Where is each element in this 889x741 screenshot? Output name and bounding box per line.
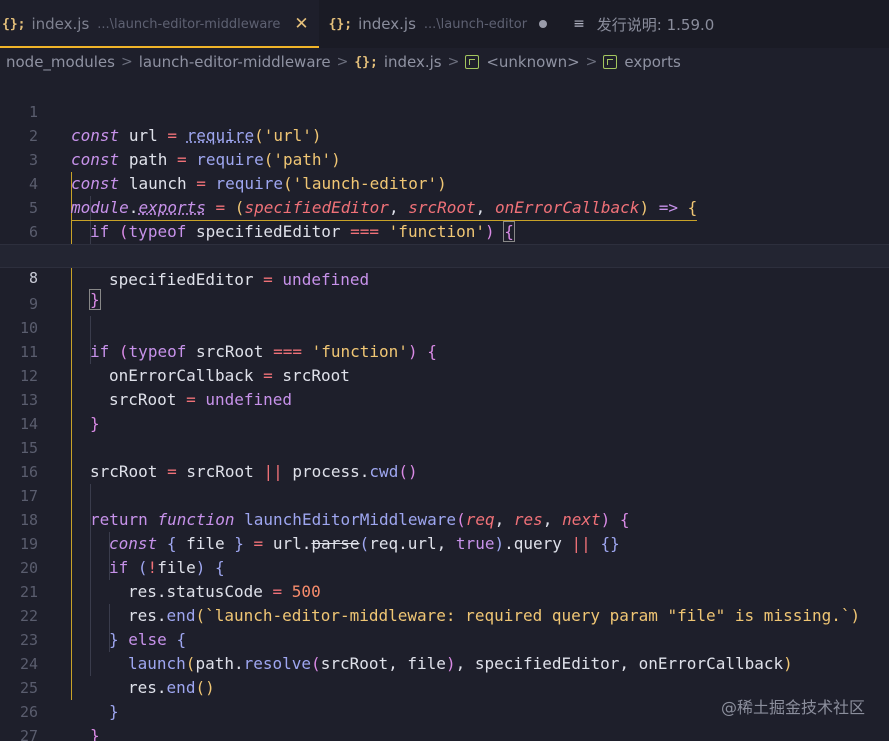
js-file-icon: {}; <box>2 16 26 32</box>
breadcrumb-index-js[interactable]: {}; index.js <box>354 53 441 71</box>
code-line[interactable]: 11 onErrorCallback = srcRoot <box>0 316 889 385</box>
code-editor[interactable]: 1 const url = require('url') 2 const pat… <box>0 76 889 741</box>
code-line[interactable]: 13 } <box>0 364 889 433</box>
code-line[interactable]: 7 specifiedEditor = undefined <box>0 220 889 289</box>
breadcrumb-label: exports <box>624 53 681 71</box>
code-line[interactable]: 1 const url = require('url') <box>0 76 889 145</box>
tab-index-js-launch-editor[interactable]: {}; index.js ...\launch-editor <box>327 0 557 48</box>
breadcrumb-node-modules[interactable]: node_modules <box>6 53 115 71</box>
tab-release-notes[interactable]: ≡ 发行说明: 1.59.0 <box>557 0 724 48</box>
code-line[interactable]: 18 const { file } = url.parse(req.url, t… <box>0 484 889 553</box>
code-line[interactable]: 28 <box>0 724 889 741</box>
chevron-right-icon: > <box>336 54 349 70</box>
code-line[interactable]: 23 launch(path.resolve(srcRoot, file), s… <box>0 604 889 673</box>
tab-bar: {}; index.js ...\launch-editor-middlewar… <box>0 0 889 48</box>
breadcrumb-label: index.js <box>383 53 442 71</box>
tab-label: 发行说明: 1.59.0 <box>596 15 715 34</box>
code-line[interactable]: 24 res.end() <box>0 628 889 697</box>
tab-path: ...\launch-editor-middleware <box>97 16 281 32</box>
code-line[interactable]: 21 res.end(`launch-editor-middleware: re… <box>0 556 889 625</box>
code-line[interactable]: 25 } <box>0 652 889 721</box>
code-line[interactable]: 16 <box>0 436 889 481</box>
code-line[interactable]: 10 if (typeof srcRoot === 'function') { <box>0 292 889 361</box>
tab-label: index.js <box>31 15 90 33</box>
breadcrumb: node_modules > launch-editor-middleware … <box>0 48 889 76</box>
release-notes-icon: ≡ <box>573 16 585 32</box>
watermark: @稀土掘金技术社区 <box>720 698 865 717</box>
js-file-icon: {}; <box>354 54 378 70</box>
unsaved-dot-icon[interactable] <box>539 20 548 28</box>
code-line[interactable]: 22 } else { <box>0 580 889 649</box>
symbol-module-icon <box>465 55 480 69</box>
breadcrumb-exports[interactable]: exports <box>603 53 681 71</box>
code-line[interactable]: 6 onErrorCallback = specifiedEditor <box>0 196 889 265</box>
code-line[interactable]: 2 const path = require('path') <box>0 100 889 169</box>
chevron-right-icon: > <box>585 54 598 70</box>
symbol-module-icon <box>603 55 618 69</box>
breadcrumb-unknown[interactable]: <unknown> <box>465 53 580 71</box>
tab-label: index.js <box>358 15 416 33</box>
js-file-icon: {}; <box>328 16 353 32</box>
code-line[interactable]: 9 <box>0 268 889 313</box>
code-line[interactable]: 12 srcRoot = undefined <box>0 340 889 409</box>
code-line[interactable]: 17 return function launchEditorMiddlewar… <box>0 460 889 529</box>
code-line[interactable]: 15 srcRoot = srcRoot || process.cwd() <box>0 412 889 481</box>
code-line[interactable]: 3 const launch = require('launch-editor'… <box>0 124 889 193</box>
tab-path: ...\launch-editor <box>423 16 528 32</box>
code-line[interactable]: 4 module.exports = (specifiedEditor, src… <box>0 148 889 221</box>
chevron-right-icon: > <box>447 54 460 70</box>
code-line[interactable]: 20 res.statusCode = 500 <box>0 532 889 601</box>
code-line[interactable]: 14 <box>0 388 889 433</box>
code-line[interactable]: 5 if (typeof specifiedEditor === 'functi… <box>0 172 889 242</box>
code-line[interactable]: 19 if (!file) { <box>0 508 889 577</box>
tab-index-js-middleware[interactable]: {}; index.js ...\launch-editor-middlewar… <box>0 0 319 48</box>
breadcrumb-label: <unknown> <box>486 53 580 71</box>
close-icon[interactable]: ✕ <box>294 14 308 34</box>
breadcrumb-launch-editor-middleware[interactable]: launch-editor-middleware <box>139 53 331 71</box>
chevron-right-icon: > <box>120 54 133 70</box>
code-line-current[interactable]: 8 } <box>0 244 889 310</box>
